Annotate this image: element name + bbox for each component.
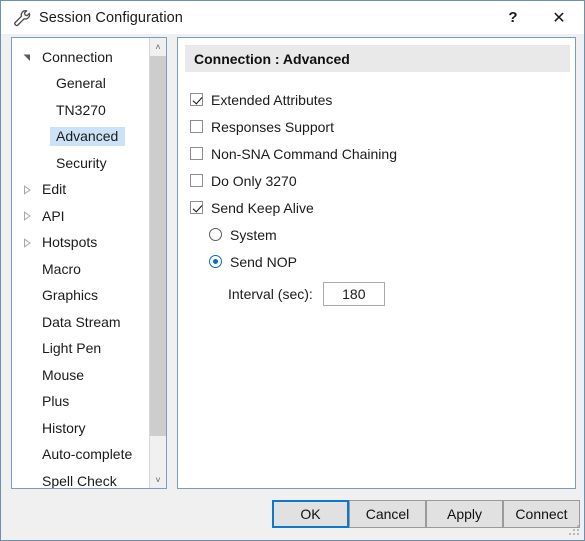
- checkbox-unchecked-icon[interactable]: [190, 147, 203, 160]
- panel-header: Connection : Advanced: [185, 45, 570, 72]
- chevron-collapsed-icon[interactable]: [18, 230, 36, 256]
- resize-grip-icon[interactable]: [568, 524, 581, 537]
- tree-item-label: Edit: [42, 181, 67, 198]
- tree-item-label: Hotspots: [42, 234, 98, 251]
- radio-selected-icon[interactable]: [209, 255, 222, 268]
- tree-item-label: History: [42, 419, 86, 436]
- help-button[interactable]: ?: [490, 1, 536, 34]
- tree-item-history[interactable]: History: [12, 415, 150, 442]
- close-button[interactable]: ✕: [536, 1, 582, 34]
- checkbox-unchecked-icon[interactable]: [190, 120, 203, 133]
- checkbox-row-responses-support[interactable]: Responses Support: [190, 115, 397, 138]
- apply-button[interactable]: Apply: [426, 500, 503, 528]
- tree-item-label: Macro: [42, 260, 81, 277]
- tree-item-tn3270[interactable]: TN3270: [12, 97, 150, 124]
- checkbox-label: Extended Attributes: [211, 91, 333, 108]
- session-configuration-dialog: Session Configuration ? ✕ Connection Gene…: [0, 0, 585, 541]
- tree-item-general[interactable]: General: [12, 71, 150, 98]
- radio-row-send-nop[interactable]: Send NOP: [209, 250, 397, 273]
- panel-header-title: Connection : Advanced: [194, 50, 350, 67]
- tree-item-light-pen[interactable]: Light Pen: [12, 336, 150, 363]
- wrench-icon: [7, 1, 37, 34]
- tree-item-label: Mouse: [42, 366, 85, 383]
- tree-items: Connection General TN3270 Advanced Security E…: [12, 38, 150, 488]
- checkbox-label: Send Keep Alive: [211, 199, 314, 216]
- interval-row: Interval (sec):: [228, 282, 397, 306]
- chevron-collapsed-icon[interactable]: [18, 203, 36, 229]
- ok-button[interactable]: OK: [272, 500, 349, 528]
- checkbox-label: Non-SNA Command Chaining: [211, 145, 397, 162]
- tree-item-security[interactable]: Security: [12, 150, 150, 177]
- radio-label: System: [230, 226, 277, 243]
- tree-item-label: TN3270: [56, 101, 106, 118]
- dialog-footer: OK Cancel Apply Connect: [1, 488, 584, 540]
- checkbox-label: Responses Support: [211, 118, 334, 135]
- settings-panel: Connection : Advanced Extended Attribute…: [177, 37, 576, 489]
- tree-item-advanced[interactable]: Advanced: [12, 124, 150, 151]
- checkbox-unchecked-icon[interactable]: [190, 174, 203, 187]
- tree-item-label: General: [56, 75, 106, 92]
- cancel-button[interactable]: Cancel: [349, 500, 426, 528]
- checkbox-checked-icon[interactable]: [190, 201, 203, 214]
- radio-row-system[interactable]: System: [209, 223, 397, 246]
- radio-label: Send NOP: [230, 253, 297, 270]
- checkbox-row-extended-attributes[interactable]: Extended Attributes: [190, 88, 397, 111]
- tree-item-edit[interactable]: Edit: [12, 177, 150, 204]
- tree-item-connection[interactable]: Connection: [12, 44, 150, 71]
- checkbox-row-do-only-3270[interactable]: Do Only 3270: [190, 169, 397, 192]
- tree-item-plus[interactable]: Plus: [12, 389, 150, 416]
- tree-item-label: Auto-complete: [42, 446, 133, 463]
- options-group: Extended Attributes Responses Support Non-…: [190, 88, 397, 306]
- checkbox-checked-icon[interactable]: [190, 93, 203, 106]
- tree-item-auto-complete[interactable]: Auto-complete: [12, 442, 150, 469]
- tree-item-label: Spell Check: [42, 472, 117, 489]
- tree-item-label: Light Pen: [42, 340, 102, 357]
- scrollbar-thumb[interactable]: [150, 56, 166, 436]
- window-title: Session Configuration: [39, 9, 183, 26]
- tree-scrollbar[interactable]: ˄ ˅: [149, 38, 166, 488]
- chevron-collapsed-icon[interactable]: [18, 177, 36, 203]
- tree-item-label: Connection: [42, 48, 113, 65]
- tree-item-label: Security: [56, 154, 107, 171]
- tree-item-macro[interactable]: Macro: [12, 256, 150, 283]
- tree-item-api[interactable]: API: [12, 203, 150, 230]
- tree-item-label: API: [42, 207, 65, 224]
- tree-item-label: Graphics: [42, 287, 99, 304]
- tree-item-mouse[interactable]: Mouse: [12, 362, 150, 389]
- tree-item-data-stream[interactable]: Data Stream: [12, 309, 150, 336]
- tree-item-spell-check[interactable]: Spell Check: [12, 468, 150, 489]
- interval-label: Interval (sec):: [228, 286, 313, 302]
- navigation-tree: Connection General TN3270 Advanced Security E…: [11, 37, 167, 489]
- tree-item-label: Plus: [42, 393, 70, 410]
- tree-item-hotspots[interactable]: Hotspots: [12, 230, 150, 257]
- radio-unselected-icon[interactable]: [209, 228, 222, 241]
- scroll-up-icon[interactable]: ˄: [150, 38, 166, 55]
- title-bar: Session Configuration ? ✕: [1, 1, 584, 34]
- tree-item-label: Data Stream: [42, 313, 121, 330]
- checkbox-label: Do Only 3270: [211, 172, 297, 189]
- checkbox-row-send-keep-alive[interactable]: Send Keep Alive: [190, 196, 397, 219]
- interval-input[interactable]: [322, 282, 385, 306]
- scroll-down-icon[interactable]: ˅: [150, 471, 166, 488]
- tree-item-graphics[interactable]: Graphics: [12, 283, 150, 310]
- tree-item-label: Advanced: [50, 127, 126, 147]
- chevron-expanded-icon[interactable]: [18, 44, 36, 70]
- checkbox-row-non-sna-command-chaining[interactable]: Non-SNA Command Chaining: [190, 142, 397, 165]
